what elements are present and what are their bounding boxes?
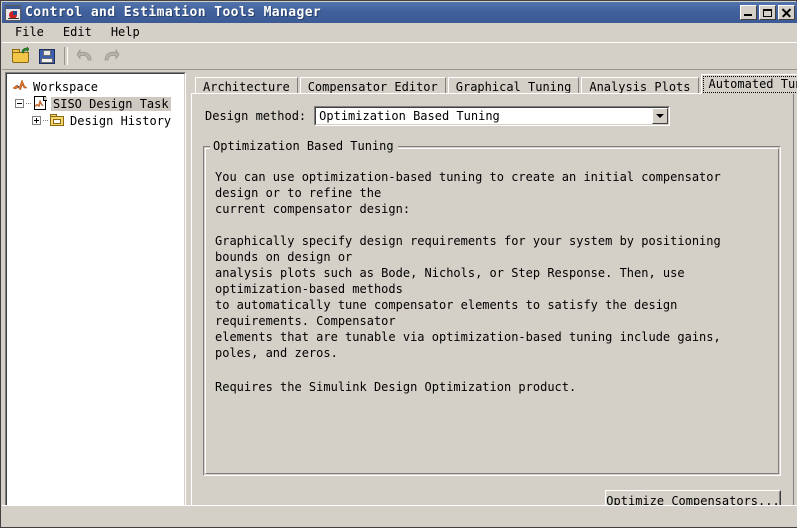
minimize-button[interactable]	[740, 5, 757, 20]
maximize-button[interactable]	[759, 5, 776, 20]
open-icon[interactable]	[9, 44, 33, 68]
toolbar-separator	[64, 47, 68, 65]
tree-panel[interactable]: Workspace SISO Design Task Design Histor…	[5, 72, 186, 522]
chart-window-icon	[5, 4, 21, 21]
expander-plus-icon[interactable]	[32, 116, 41, 125]
tab-label: Graphical Tuning	[455, 79, 572, 94]
tab-strip: Architecture Compensator Editor Graphica…	[191, 74, 797, 95]
matlab-icon	[12, 79, 28, 94]
tree-node-design-history[interactable]: Design History	[10, 112, 184, 129]
description-paragraph-3: Requires the Simulink Design Optimizatio…	[215, 380, 577, 394]
siso-task-icon	[32, 96, 48, 111]
menu-file[interactable]: File	[11, 24, 53, 41]
application-window: Control and Estimation Tools Manager Fil…	[0, 0, 797, 528]
tab-label: Compensator Editor	[307, 79, 438, 94]
tree-node-label: Design History	[70, 113, 172, 128]
description-paragraph-1: You can use optimization-based tuning to…	[215, 170, 721, 216]
design-method-row: Design method: Optimization Based Tuning	[205, 106, 671, 126]
tab-automated-tuning[interactable]: Automated Tuning	[700, 74, 797, 94]
tree-line	[43, 119, 48, 122]
tab-label: Automated Tuning	[708, 77, 797, 91]
redo-icon[interactable]	[99, 44, 123, 68]
tree-node-label: SISO Design Task	[51, 96, 171, 111]
tab-label: Analysis Plots	[589, 79, 691, 94]
save-icon[interactable]	[35, 44, 59, 68]
tree-node-siso-design-task[interactable]: SISO Design Task	[10, 95, 184, 112]
menu-bar: File Edit Help	[2, 23, 797, 42]
window-frame: Control and Estimation Tools Manager Fil…	[0, 0, 797, 528]
tree-node-workspace[interactable]: Workspace	[10, 78, 184, 95]
close-button[interactable]	[778, 5, 795, 20]
folder-icon	[49, 113, 65, 128]
status-bar	[2, 505, 797, 527]
right-panel: Architecture Compensator Editor Graphica…	[191, 72, 797, 522]
window-title: Control and Estimation Tools Manager	[25, 5, 322, 20]
window-controls	[740, 5, 795, 20]
menu-help[interactable]: Help	[107, 24, 149, 41]
tree-line	[26, 102, 31, 105]
main-area: Workspace SISO Design Task Design Histor…	[2, 70, 797, 527]
tree-panel-inner: Workspace SISO Design Task Design Histor…	[6, 73, 185, 521]
chevron-down-icon[interactable]	[652, 108, 669, 124]
toolbar	[2, 42, 797, 70]
expander-minus-icon[interactable]	[15, 99, 24, 108]
description-paragraph-2: Graphically specify design requirements …	[215, 234, 721, 360]
optimization-based-tuning-groupbox: Optimization Based Tuning You can use op…	[203, 139, 781, 476]
design-method-label: Design method:	[205, 109, 307, 123]
tab-label: Architecture	[203, 79, 290, 94]
menu-edit[interactable]: Edit	[59, 24, 101, 41]
tree-node-label: Workspace	[33, 79, 99, 94]
groupbox-body: You can use optimization-based tuning to…	[215, 169, 767, 411]
tab-content-automated-tuning: Design method: Optimization Based Tuning…	[191, 93, 794, 522]
design-method-combobox[interactable]: Optimization Based Tuning	[314, 106, 671, 126]
title-bar: Control and Estimation Tools Manager	[2, 2, 797, 23]
undo-icon[interactable]	[73, 44, 97, 68]
design-method-value: Optimization Based Tuning	[319, 109, 500, 123]
design-method-combobox-inner: Optimization Based Tuning	[315, 107, 670, 125]
groupbox-title: Optimization Based Tuning	[210, 139, 398, 153]
